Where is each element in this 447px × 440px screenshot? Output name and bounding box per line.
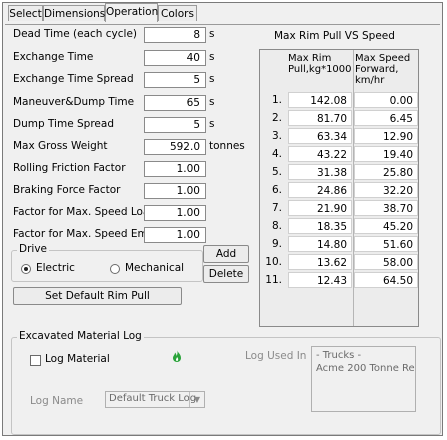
- max-speed-cell[interactable]: 45.20: [354, 218, 418, 234]
- drive-group-title: Drive: [17, 243, 49, 255]
- rim-pull-cell[interactable]: 12.43: [288, 272, 352, 288]
- chevron-down-icon[interactable]: ▼: [189, 392, 204, 407]
- rim-pull-cell[interactable]: 81.70: [288, 110, 352, 126]
- material-log-title: Excavated Material Log: [17, 330, 144, 342]
- exchange-spread-label: Exchange Time Spread: [13, 73, 134, 85]
- exchange-spread-unit: s: [209, 73, 215, 85]
- rim-pull-cell[interactable]: 13.62: [288, 254, 352, 270]
- max-speed-cell[interactable]: 25.80: [354, 164, 418, 180]
- rolling-friction-label: Rolling Friction Factor: [13, 162, 126, 174]
- dead-time-unit: s: [209, 28, 215, 40]
- speed-loaded-input[interactable]: 1.00: [144, 205, 206, 221]
- row-number: 6.: [271, 184, 282, 196]
- operation-panel: Select Dimensions Operation Colors Dead …: [2, 2, 443, 436]
- rim-pull-cell[interactable]: 43.22: [288, 146, 352, 162]
- exchange-time-label: Exchange Time: [13, 51, 94, 63]
- row-number: 10.: [265, 256, 282, 268]
- electric-label: Electric: [36, 262, 75, 274]
- log-name-value: Default Truck Log: [109, 393, 197, 404]
- exchange-spread-input[interactable]: 5: [144, 72, 206, 88]
- tab-divider: [5, 24, 440, 25]
- tab-dimensions[interactable]: Dimensions: [43, 5, 105, 21]
- dead-time-input[interactable]: 8: [144, 27, 206, 43]
- row-number: 11.: [265, 274, 282, 286]
- tab-dimensions-label: Dimensions: [44, 8, 106, 20]
- log-material-label: Log Material: [45, 353, 110, 365]
- max-speed-cell[interactable]: 38.70: [354, 200, 418, 216]
- log-name-label: Log Name: [30, 395, 84, 407]
- tab-operation-label: Operation: [106, 6, 159, 18]
- maneuver-dump-input[interactable]: 65: [144, 95, 206, 111]
- rim-pull-title: Max Rim Pull VS Speed: [274, 30, 395, 42]
- exchange-time-input[interactable]: 40: [144, 50, 206, 66]
- electric-radio[interactable]: [21, 264, 31, 274]
- log-used-in-list[interactable]: - Trucks - Acme 200 Tonne Rear Du: [311, 346, 416, 412]
- rim-pull-cell[interactable]: 63.34: [288, 128, 352, 144]
- row-number: 4.: [271, 148, 282, 160]
- flame-icon: [173, 350, 181, 362]
- max-gross-weight-unit: tonnes: [209, 140, 245, 152]
- max-speed-cell[interactable]: 51.60: [354, 236, 418, 252]
- dump-spread-unit: s: [209, 118, 215, 130]
- row-number: 1.: [271, 94, 282, 106]
- rim-pull-cell[interactable]: 21.90: [288, 200, 352, 216]
- rim-pull-cell[interactable]: 142.08: [288, 92, 352, 108]
- delete-button[interactable]: Delete: [203, 265, 249, 283]
- set-default-rim-pull-button[interactable]: Set Default Rim Pull: [13, 287, 182, 305]
- braking-force-input[interactable]: 1.00: [144, 183, 206, 199]
- maneuver-dump-unit: s: [209, 96, 215, 108]
- speed-empty-input[interactable]: 1.00: [144, 227, 206, 243]
- row-number: 8.: [271, 220, 282, 232]
- row-number: 7.: [271, 202, 282, 214]
- row-number: 9.: [271, 238, 282, 250]
- log-used-in-label: Log Used In: [245, 350, 307, 362]
- max-speed-cell[interactable]: 32.20: [354, 182, 418, 198]
- exchange-time-unit: s: [209, 51, 215, 63]
- col-rim-pull-header: Max Rim Pull,kg*1000: [288, 53, 352, 75]
- row-number: 2.: [271, 112, 282, 124]
- row-number: 3.: [271, 130, 282, 142]
- add-button[interactable]: Add: [203, 245, 249, 263]
- rim-pull-cell[interactable]: 14.80: [288, 236, 352, 252]
- dump-spread-label: Dump Time Spread: [13, 118, 114, 130]
- max-gross-weight-input[interactable]: 592.0: [144, 139, 206, 155]
- rim-pull-cell[interactable]: 31.38: [288, 164, 352, 180]
- tab-select[interactable]: Select: [8, 5, 43, 21]
- row-number: 5.: [271, 166, 282, 178]
- max-speed-cell[interactable]: 12.90: [354, 128, 418, 144]
- mechanical-radio[interactable]: [110, 264, 120, 274]
- braking-force-label: Braking Force Factor: [13, 184, 121, 196]
- tab-colors[interactable]: Colors: [158, 5, 197, 21]
- dump-spread-input[interactable]: 5: [144, 117, 206, 133]
- rolling-friction-input[interactable]: 1.00: [144, 161, 206, 177]
- tab-colors-label: Colors: [161, 8, 194, 20]
- max-speed-cell[interactable]: 6.45: [354, 110, 418, 126]
- max-gross-weight-label: Max Gross Weight: [13, 140, 108, 152]
- col-max-speed-header: Max Speed Forward, km/hr: [355, 53, 411, 86]
- log-name-select[interactable]: Default Truck Log ▼: [105, 391, 205, 408]
- log-material-checkbox[interactable]: [30, 355, 41, 366]
- trucks-header: - Trucks -: [316, 350, 362, 361]
- rim-pull-cell[interactable]: 24.86: [288, 182, 352, 198]
- tab-operation[interactable]: Operation: [105, 3, 158, 22]
- max-speed-cell[interactable]: 0.00: [354, 92, 418, 108]
- rim-pull-table: Max Rim Pull,kg*1000 Max Speed Forward, …: [259, 49, 419, 327]
- max-speed-cell[interactable]: 19.40: [354, 146, 418, 162]
- speed-empty-label: Factor for Max. Speed Empty: [13, 228, 165, 240]
- dead-time-label: Dead Time (each cycle): [13, 28, 138, 40]
- max-speed-cell[interactable]: 58.00: [354, 254, 418, 270]
- mechanical-label: Mechanical: [125, 262, 185, 274]
- rim-pull-cell[interactable]: 18.35: [288, 218, 352, 234]
- max-speed-cell[interactable]: 64.50: [354, 272, 418, 288]
- maneuver-dump-label: Maneuver&Dump Time: [13, 96, 135, 108]
- truck-list-item[interactable]: Acme 200 Tonne Rear Du: [316, 363, 415, 374]
- tab-select-label: Select: [9, 8, 42, 20]
